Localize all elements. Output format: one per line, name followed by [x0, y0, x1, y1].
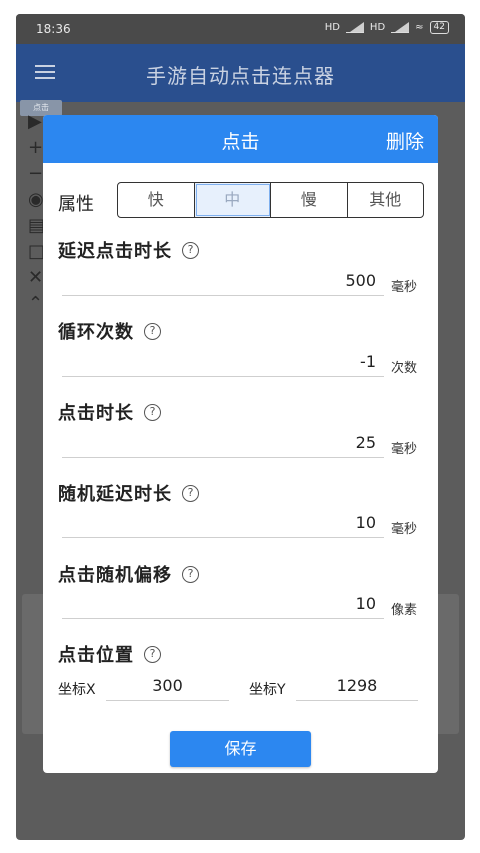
loop-count-label: 循环次数 ?	[58, 318, 161, 344]
coord-x-input[interactable]: 300	[106, 675, 229, 701]
speed-segmented-control: 快 中 慢 其他	[117, 182, 424, 218]
loop-count-unit: 次数	[391, 361, 418, 376]
field-label-text: 随机延迟时长	[58, 484, 172, 505]
coord-x-label: 坐标X	[58, 682, 96, 698]
speed-option-medium[interactable]: 中	[194, 183, 271, 217]
delay-click-input[interactable]: 500	[62, 270, 384, 296]
help-icon[interactable]: ?	[144, 645, 161, 663]
app-bar: 手游自动点击连点器	[16, 44, 465, 102]
random-offset-input[interactable]: 10	[62, 593, 384, 619]
dialog-header: 点击 删除	[43, 115, 438, 163]
random-offset-label: 点击随机偏移 ?	[58, 561, 199, 587]
delete-button[interactable]: 删除	[386, 127, 424, 154]
field-label-text: 点击位置	[58, 645, 134, 666]
speed-option-slow[interactable]: 慢	[271, 183, 348, 217]
help-icon[interactable]: ?	[144, 322, 161, 340]
speed-option-fast[interactable]: 快	[118, 183, 195, 217]
delay-click-label: 延迟点击时长 ?	[58, 237, 199, 263]
signal-icon-2	[391, 22, 410, 33]
field-label-text: 延迟点击时长	[58, 241, 172, 262]
help-icon[interactable]: ?	[182, 241, 199, 259]
save-button[interactable]: 保存	[170, 731, 311, 767]
help-icon[interactable]: ?	[182, 484, 199, 502]
battery-icon: 42	[429, 21, 449, 34]
speed-option-other[interactable]: 其他	[348, 183, 424, 217]
click-duration-label: 点击时长 ?	[58, 399, 161, 425]
attribute-label: 属性	[58, 194, 94, 215]
coord-y-input[interactable]: 1298	[296, 675, 418, 701]
app-title: 手游自动点击连点器	[146, 64, 335, 88]
help-icon[interactable]: ?	[144, 403, 161, 421]
loop-count-input[interactable]: -1	[62, 351, 384, 377]
click-settings-dialog: 点击 删除 属性 快 中 慢 其他 延迟点击时长 ? 500 毫秒 循环次数 ?…	[43, 115, 438, 773]
help-icon[interactable]: ?	[182, 565, 199, 583]
delay-click-unit: 毫秒	[391, 280, 418, 295]
field-label-text: 循环次数	[58, 322, 134, 343]
random-delay-label: 随机延迟时长 ?	[58, 480, 199, 506]
network-label-2: HD	[369, 22, 386, 33]
random-delay-unit: 毫秒	[391, 522, 418, 537]
random-offset-unit: 像素	[391, 603, 418, 618]
field-label-text: 点击随机偏移	[58, 565, 172, 586]
click-position-label: 点击位置 ?	[58, 641, 161, 667]
signal-icon	[345, 22, 364, 33]
wifi-icon: ≈	[415, 22, 424, 33]
dialog-title: 点击	[221, 131, 260, 153]
coord-y-label: 坐标Y	[249, 682, 286, 698]
click-duration-input[interactable]: 25	[62, 432, 384, 458]
click-duration-unit: 毫秒	[391, 442, 418, 457]
field-label-text: 点击时长	[58, 403, 134, 424]
network-label-1: HD	[324, 22, 340, 33]
status-bar: 18:36 HD HD ≈ 42	[16, 14, 465, 44]
random-delay-input[interactable]: 10	[62, 512, 384, 538]
status-time: 18:36	[36, 22, 71, 36]
